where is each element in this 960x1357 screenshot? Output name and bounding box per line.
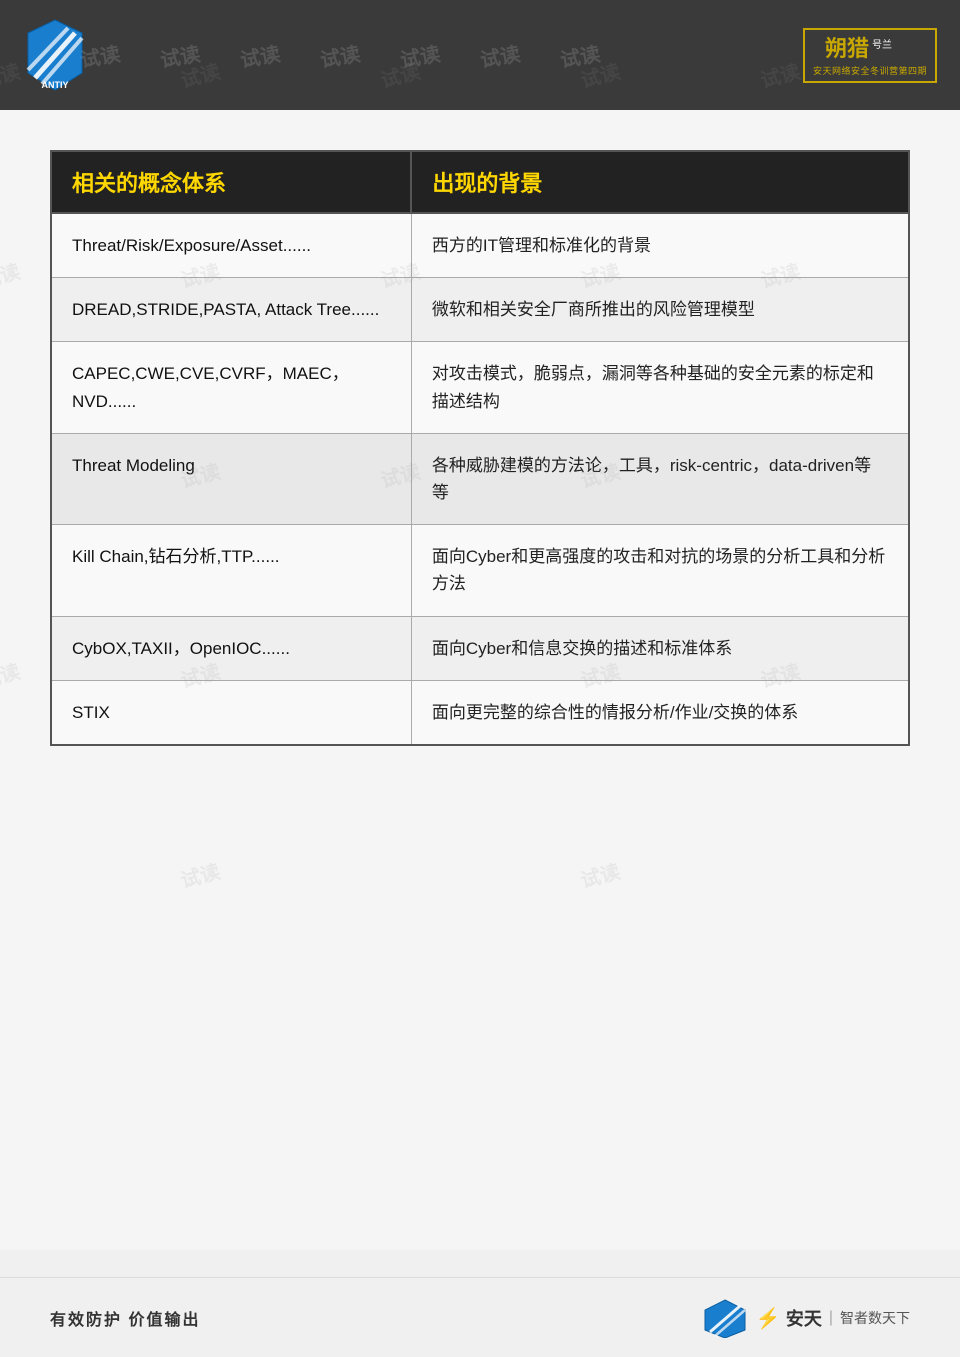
- content-table: 相关的概念体系 出现的背景 Threat/Risk/Exposure/Asset…: [50, 150, 910, 746]
- header-watermark-2: 试读: [158, 37, 202, 73]
- main-content: 试读 试读 试读 试读 试读 试读 试读 试读 试读 试读 试读 试读 试读 试…: [0, 110, 960, 1250]
- table-cell-col1: Threat Modeling: [51, 433, 411, 524]
- footer-antiy-icon: [700, 1298, 750, 1338]
- header-right-logo: 朔猎 号兰 安天网络安全冬训营第四期: [800, 20, 940, 90]
- table-row: CybOX,TAXII，OpenIOC......面向Cyber和信息交换的描述…: [51, 616, 909, 680]
- table-row: STIX面向更完整的综合性的情报分析/作业/交换的体系: [51, 680, 909, 745]
- header-watermark-5: 试读: [398, 37, 442, 73]
- table-cell-col2: 对攻击模式，脆弱点，漏洞等各种基础的安全元素的标定和描述结构: [411, 342, 909, 433]
- footer-tagline: 有效防护 价值输出: [50, 1306, 200, 1330]
- footer-brand-name: ⚡ 安天: [756, 1305, 822, 1331]
- table-cell-col1: Kill Chain,钻石分析,TTP......: [51, 525, 411, 616]
- header-right-subtitle: 安天网络安全冬训营第四期: [813, 64, 927, 77]
- header-watermark-7: 试读: [558, 37, 602, 73]
- header-watermark-4: 试读: [318, 37, 362, 73]
- header-watermark-6: 试读: [478, 37, 522, 73]
- table-cell-col2: 微软和相关安全厂商所推出的风险管理模型: [411, 278, 909, 342]
- header-watermark-1: 试读: [78, 37, 122, 73]
- table-cell-col2: 面向Cyber和信息交换的描述和标准体系: [411, 616, 909, 680]
- footer: 有效防护 价值输出 ⚡ 安天 | 智者数天下: [0, 1277, 960, 1357]
- table-cell-col1: STIX: [51, 680, 411, 745]
- table-row: DREAD,STRIDE,PASTA, Attack Tree......微软和…: [51, 278, 909, 342]
- table-row: CAPEC,CWE,CVE,CVRF，MAEC，NVD......对攻击模式，脆…: [51, 342, 909, 433]
- header-watermarks: 试读 试读 试读 试读 试读 试读 试读: [80, 0, 800, 110]
- table-header-row: 相关的概念体系 出现的背景: [51, 151, 909, 213]
- header: ANTIY 试读 试读 试读 试读 试读 试读 试读 朔猎 号兰 安天网络安全冬…: [0, 0, 960, 110]
- table-cell-col2: 各种威胁建模的方法论，工具，risk-centric，data-driven等等: [411, 433, 909, 524]
- body-watermark-14: 试读: [0, 655, 23, 693]
- body-watermark-18: 试读: [177, 855, 223, 893]
- svg-text:朔猎: 朔猎: [825, 36, 869, 61]
- table-cell-col1: CybOX,TAXII，OpenIOC......: [51, 616, 411, 680]
- table-cell-col2: 面向Cyber和更高强度的攻击和对抗的场景的分析工具和分析方法: [411, 525, 909, 616]
- table-cell-col1: DREAD,STRIDE,PASTA, Attack Tree......: [51, 278, 411, 342]
- table-cell-col1: CAPEC,CWE,CVE,CVRF，MAEC，NVD......: [51, 342, 411, 433]
- svg-text:号兰: 号兰: [872, 38, 892, 51]
- table-row: Threat/Risk/Exposure/Asset......西方的IT管理和…: [51, 213, 909, 278]
- right-logo-icon: 朔猎 号兰: [820, 34, 920, 64]
- footer-right: ⚡ 安天 | 智者数天下: [700, 1298, 910, 1338]
- body-watermark-6: 试读: [0, 255, 23, 293]
- table-row: Kill Chain,钻石分析,TTP......面向Cyber和更高强度的攻击…: [51, 525, 909, 616]
- footer-brand: ⚡ 安天 | 智者数天下: [756, 1305, 910, 1331]
- col2-header: 出现的背景: [411, 151, 909, 213]
- header-watermark-3: 试读: [238, 37, 282, 73]
- table-cell-col1: Threat/Risk/Exposure/Asset......: [51, 213, 411, 278]
- table-cell-col2: 西方的IT管理和标准化的背景: [411, 213, 909, 278]
- svg-text:ANTIY: ANTIY: [42, 80, 69, 90]
- footer-brand-sub: 智者数天下: [840, 1308, 910, 1328]
- table-row: Threat Modeling各种威胁建模的方法论，工具，risk-centri…: [51, 433, 909, 524]
- table-cell-col2: 面向更完整的综合性的情报分析/作业/交换的体系: [411, 680, 909, 745]
- col1-header: 相关的概念体系: [51, 151, 411, 213]
- body-watermark-19: 试读: [577, 855, 623, 893]
